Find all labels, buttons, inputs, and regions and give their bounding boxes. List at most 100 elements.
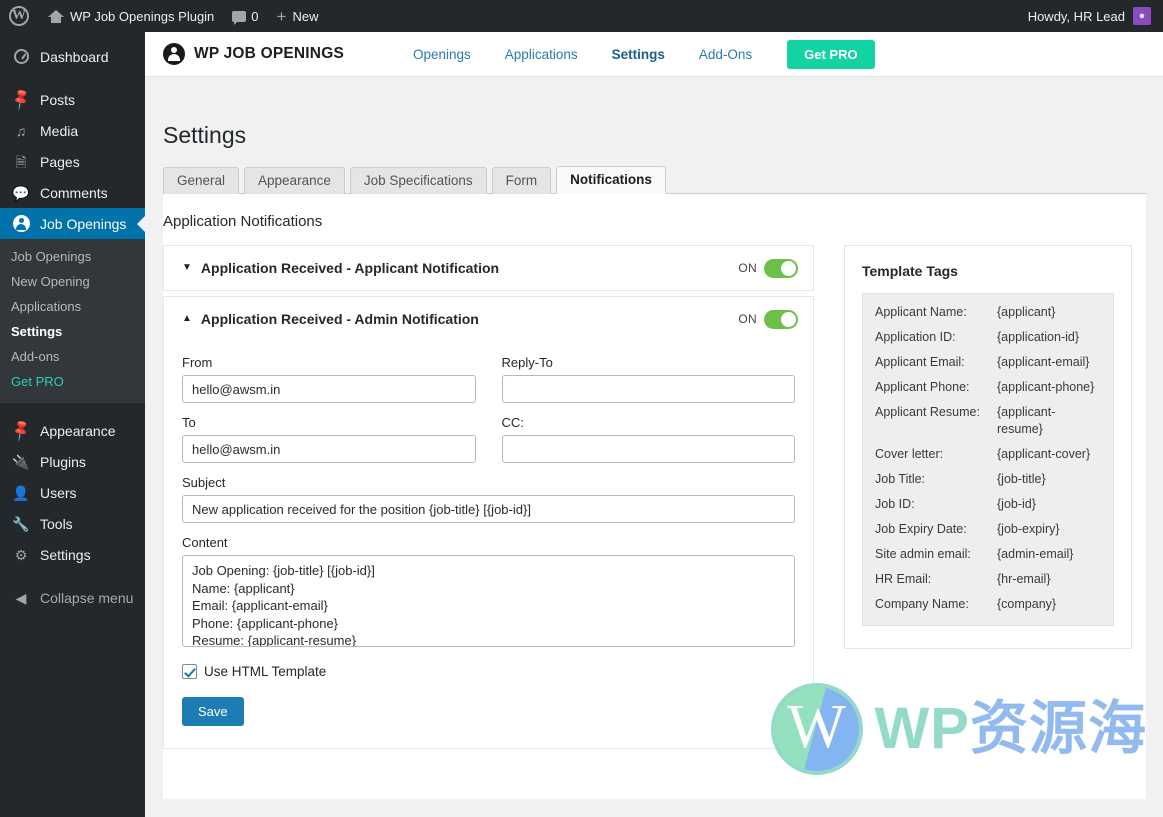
settings-card: Application Notifications ▼ Application …: [163, 194, 1146, 799]
template-tag-key: Job Title:: [875, 472, 926, 486]
sidebar-subitem-job-openings[interactable]: Job Openings: [0, 244, 145, 269]
template-tag-value: {applicant-resume}: [997, 405, 1056, 436]
pages-icon: 🗎: [15, 153, 27, 170]
template-tag-value: {job-expiry}: [997, 522, 1060, 536]
accordion-toggle-group[interactable]: ON: [738, 309, 798, 329]
sidebar-item-job-openings[interactable]: Job Openings: [0, 208, 145, 239]
template-tag-row: Applicant Email: {applicant-email}: [875, 354, 1101, 371]
template-tag-key: Cover letter:: [875, 447, 944, 461]
sidebar-item-users[interactable]: 👤 Users: [0, 477, 145, 508]
template-tag-row: Company Name: {company}: [875, 596, 1101, 613]
template-tag-row: Applicant Phone: {applicant-phone}: [875, 379, 1101, 396]
tab-form[interactable]: Form: [491, 167, 552, 194]
toggle-switch[interactable]: [764, 309, 798, 329]
sidebar-item-appearance[interactable]: 📌 Appearance: [0, 415, 145, 446]
sidebar-item-media[interactable]: ♫ Media: [0, 115, 145, 146]
toggle-knob: [781, 311, 796, 327]
tab-job-specifications[interactable]: Job Specifications: [349, 167, 487, 194]
sidebar-item-comments[interactable]: 💬 Comments: [0, 177, 145, 208]
template-tag-value: {job-id}: [997, 497, 1036, 511]
tab-general[interactable]: General: [163, 167, 240, 194]
from-label: From: [182, 355, 213, 370]
sidebar-subitem-get-pro[interactable]: Get PRO: [0, 369, 145, 394]
toggle-knob: [781, 260, 796, 276]
template-tag-value: {applicant-email}: [997, 355, 1090, 369]
users-icon: 👤: [12, 484, 30, 501]
sidebar-subitem-settings[interactable]: Settings: [0, 319, 145, 344]
sidebar-subitem-add-ons[interactable]: Add-ons: [0, 344, 145, 369]
plugin-nav-applications[interactable]: Applications: [488, 47, 595, 62]
plugin-header: WP JOB OPENINGS Openings Applications Se…: [145, 32, 1163, 77]
home-icon: [48, 9, 64, 24]
cc-input[interactable]: [501, 435, 795, 463]
use-html-template-label: Use HTML Template: [204, 664, 327, 679]
sidebar-item-tools[interactable]: 🔧 Tools: [0, 508, 145, 539]
tab-appearance[interactable]: Appearance: [244, 167, 345, 194]
accordion-toggle-group[interactable]: ON: [738, 258, 798, 278]
new-content-menu[interactable]: + New: [268, 0, 328, 32]
plugin-nav-settings[interactable]: Settings: [595, 47, 682, 62]
sidebar-item-label: Job Openings: [40, 215, 127, 232]
sidebar-subitem-new-opening[interactable]: New Opening: [0, 269, 145, 294]
sidebar-item-posts[interactable]: 📌 Posts: [0, 84, 145, 115]
admin-sidebar: Dashboard 📌 Posts ♫ Media 🗎 Pages 💬 Comm…: [0, 32, 145, 817]
from-input[interactable]: [182, 375, 476, 403]
chevron-down-icon[interactable]: ▼: [182, 263, 192, 273]
plugin-nav-add-ons[interactable]: Add-Ons: [682, 47, 769, 62]
template-tag-key: Site admin email:: [875, 547, 971, 561]
use-html-template-checkbox[interactable]: [182, 664, 197, 679]
sidebar-item-pages[interactable]: 🗎 Pages: [0, 146, 145, 177]
plugin-brand: WP JOB OPENINGS: [163, 43, 344, 65]
sidebar-item-plugins[interactable]: 🔌 Plugins: [0, 446, 145, 477]
brush-icon: 📌: [8, 418, 34, 443]
comment-bubble-icon: [232, 10, 247, 25]
toggle-switch[interactable]: [764, 258, 798, 278]
template-tags-table: Applicant Name: {applicant} Application …: [862, 293, 1114, 626]
sidebar-item-dashboard[interactable]: Dashboard: [0, 41, 145, 72]
sidebar-collapse-menu[interactable]: ◀ Collapse menu: [0, 582, 145, 613]
toggle-state-label: ON: [738, 261, 757, 275]
save-button[interactable]: Save: [182, 697, 244, 726]
accordion-header[interactable]: ▼ Application Received - Applicant Notif…: [164, 246, 813, 290]
sidebar-item-settings[interactable]: ⚙ Settings: [0, 539, 145, 570]
chevron-up-icon[interactable]: ▲: [182, 314, 192, 324]
field-subject: Subject: [182, 475, 795, 523]
howdy-user-menu[interactable]: Howdy, HR Lead ●: [1019, 0, 1163, 32]
subject-input[interactable]: [182, 495, 795, 523]
tab-notifications[interactable]: Notifications: [556, 166, 666, 194]
plugin-nav-openings[interactable]: Openings: [396, 47, 488, 62]
field-to: To: [182, 415, 476, 463]
plug-icon: 🔌: [12, 453, 30, 470]
site-name-label: WP Job Openings Plugin: [70, 8, 215, 24]
notification-accordions: ▼ Application Received - Applicant Notif…: [163, 245, 814, 754]
template-tag-key: Application ID:: [875, 330, 956, 344]
use-html-template-row[interactable]: Use HTML Template: [182, 664, 795, 679]
settings-page: Settings General Appearance Job Specific…: [145, 77, 1163, 817]
site-name-menu[interactable]: WP Job Openings Plugin: [39, 0, 223, 32]
wordpress-logo-button[interactable]: W: [0, 0, 39, 32]
template-tags-title: Template Tags: [862, 263, 958, 279]
content-textarea[interactable]: Job Opening: {job-title} [{job-id}] Name…: [182, 555, 795, 647]
template-tag-key: Job Expiry Date:: [875, 522, 967, 536]
get-pro-button[interactable]: Get PRO: [787, 39, 875, 69]
comments-bubble-button[interactable]: 0: [223, 0, 267, 32]
reply-to-input[interactable]: [501, 375, 795, 403]
accordion-title: Application Received - Applicant Notific…: [200, 260, 500, 276]
sidebar-subitem-applications[interactable]: Applications: [0, 294, 145, 319]
accordion-title: Application Received - Admin Notificatio…: [200, 311, 479, 327]
to-input[interactable]: [182, 435, 476, 463]
sidebar-item-label: Posts: [40, 91, 76, 108]
settings-icon: ⚙: [14, 546, 28, 563]
accordion-applicant-notification: ▼ Application Received - Applicant Notif…: [163, 245, 814, 291]
template-tag-row: Job ID: {job-id}: [875, 496, 1101, 513]
sidebar-item-label: Tools: [40, 515, 73, 532]
accordion-body: From Reply-To To: [164, 341, 813, 748]
template-tag-value: {job-title}: [997, 472, 1046, 486]
template-tag-row: Site admin email: {admin-email}: [875, 546, 1101, 563]
template-tag-key: Job ID:: [875, 497, 915, 511]
template-tag-key: Company Name:: [875, 597, 969, 611]
to-cc-row: To CC:: [182, 415, 795, 475]
accordion-header[interactable]: ▲ Application Received - Admin Notificat…: [164, 297, 813, 341]
comments-icon: 💬: [12, 184, 30, 201]
job-openings-icon: [11, 214, 31, 234]
